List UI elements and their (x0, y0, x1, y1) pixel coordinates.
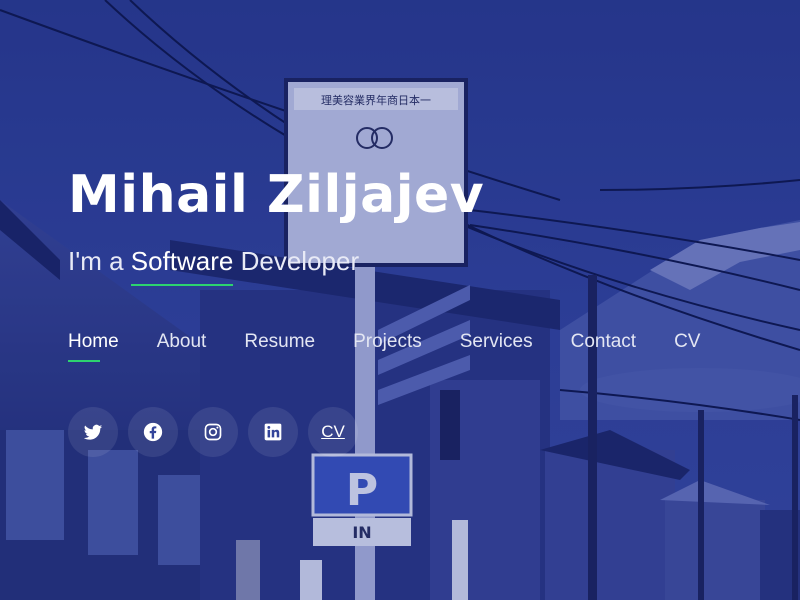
nav-services[interactable]: Services (460, 328, 533, 356)
tagline-typed-word: Software (130, 246, 234, 286)
cv-link[interactable]: CV (308, 407, 358, 457)
twitter-icon (83, 424, 103, 440)
linkedin-link[interactable] (248, 407, 298, 457)
background-overlay (0, 0, 800, 600)
nav-projects[interactable]: Projects (353, 328, 422, 356)
main-nav: Home About Resume Projects Services Cont… (68, 328, 700, 362)
nav-resume[interactable]: Resume (244, 328, 315, 356)
facebook-icon (143, 422, 163, 442)
hero-name: Mihail Ziljajev (68, 165, 485, 225)
tagline-suffix: Developer (233, 246, 360, 276)
nav-contact[interactable]: Contact (571, 328, 636, 356)
hero-section: 理美容業界年商日本一 P IN Mihail Ziljajev I'm a So… (0, 0, 800, 600)
hero-content: Mihail Ziljajev I'm a Software Developer (68, 160, 800, 286)
cv-link-label: CV (321, 422, 345, 441)
linkedin-icon (264, 423, 282, 441)
nav-home[interactable]: Home (68, 328, 119, 362)
instagram-link[interactable] (188, 407, 238, 457)
twitter-link[interactable] (68, 407, 118, 457)
nav-cv[interactable]: CV (674, 328, 700, 356)
social-links: CV (68, 407, 358, 457)
facebook-link[interactable] (128, 407, 178, 457)
nav-about[interactable]: About (157, 328, 207, 356)
hero-tagline: I'm a Software Developer (68, 244, 800, 286)
instagram-icon (204, 423, 222, 441)
tagline-prefix: I'm a (68, 246, 131, 276)
